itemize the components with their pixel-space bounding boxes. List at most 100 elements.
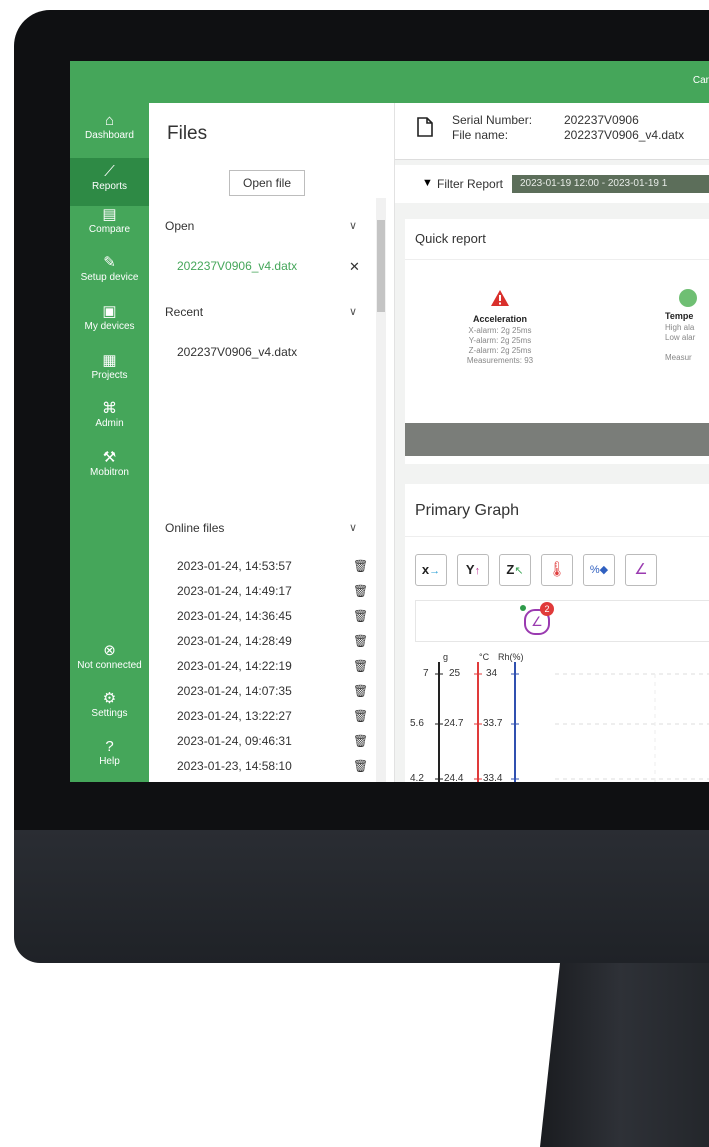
x-axis-toggle[interactable]: x→ bbox=[415, 554, 447, 586]
tick-label: 33.4 bbox=[483, 773, 503, 782]
sidebar-item-reports[interactable]: ⟋ Reports bbox=[70, 158, 149, 206]
sidebar-item-mobitron[interactable]: ⚒ Mobitron bbox=[70, 450, 149, 490]
chevron-down-icon[interactable]: ∨ bbox=[349, 521, 357, 534]
online-file-date: 2023-01-24, 14:49:17 bbox=[177, 584, 292, 598]
list-item[interactable]: 2023-01-24, 14:49:17 🗑︎ bbox=[177, 584, 377, 598]
acceleration-summary[interactable]: Acceleration X-alarm: 2g 25ms Y-alarm: 2… bbox=[445, 289, 555, 366]
files-panel: Files Open file Open ∨ 202237V0906_v4.da… bbox=[149, 103, 395, 782]
filter-icon[interactable]: ▼ bbox=[422, 177, 433, 189]
acceleration-title: Acceleration bbox=[472, 314, 528, 324]
quick-report-card: Quick report Acceleration X-alarm: 2g 25… bbox=[405, 219, 709, 464]
angle-toggle[interactable]: ∠ bbox=[625, 554, 657, 586]
y-axis-icon: Y bbox=[465, 562, 475, 577]
list-item[interactable]: 2023-01-24, 14:22:19 🗑︎ bbox=[177, 659, 377, 673]
connection-status[interactable]: ⊗ Not connected bbox=[70, 643, 149, 683]
primary-graph-plot bbox=[435, 662, 709, 782]
sidebar-item-compare[interactable]: ▤ Compare bbox=[70, 207, 149, 247]
sidebar-item-label: Projects bbox=[91, 370, 128, 381]
chart-icon: ⟋ bbox=[104, 163, 115, 180]
open-file-name[interactable]: 202237V0906_v4.datx bbox=[177, 259, 297, 273]
date-range-field[interactable]: 2023-01-19 12:00 - 2023-01-19 1 bbox=[512, 175, 709, 193]
monitor-stand bbox=[540, 963, 709, 1147]
online-file-date: 2023-01-23, 14:58:10 bbox=[177, 759, 292, 773]
files-scrollbar[interactable] bbox=[376, 198, 386, 782]
sidebar-item-label: Not connected bbox=[77, 660, 142, 671]
list-item[interactable]: 2023-01-24, 14:28:49 🗑︎ bbox=[177, 634, 377, 648]
recent-section-label: Recent bbox=[165, 305, 204, 319]
trash-icon[interactable]: 🗑︎ bbox=[353, 709, 368, 723]
quick-report-footer bbox=[405, 423, 709, 456]
tick-label: 24.7 bbox=[444, 718, 464, 729]
humidity-toggle[interactable]: %◆ bbox=[583, 554, 615, 586]
sidebar-item-label: Reports bbox=[91, 181, 127, 192]
sidebar-item-help[interactable]: ? Help bbox=[70, 739, 149, 779]
disconnected-icon: ⊗ bbox=[103, 642, 116, 659]
trash-icon[interactable]: 🗑︎ bbox=[353, 759, 368, 773]
y-axis-toggle[interactable]: Y↑ bbox=[457, 554, 489, 586]
high-alarm-line: High ala bbox=[665, 323, 695, 332]
graph-toolbar: x→ Y↑ Z↖ 🌡︎ %◆ ∠ bbox=[415, 554, 709, 586]
scrollbar-thumb[interactable] bbox=[377, 220, 385, 312]
report-header: Serial Number: 202237V0906 File name: 20… bbox=[395, 103, 709, 160]
sidebar-item-label: Admin bbox=[95, 418, 124, 429]
help-icon: ? bbox=[105, 738, 114, 755]
sidebar-item-label: Setup device bbox=[80, 272, 139, 283]
trash-icon[interactable]: 🗑︎ bbox=[353, 634, 368, 648]
sidebar-item-setup-device[interactable]: ✎ Setup device bbox=[70, 255, 149, 295]
serial-value: 202237V0906 bbox=[564, 113, 639, 127]
sidebar-item-projects[interactable]: ▦ Projects bbox=[70, 353, 149, 393]
list-item[interactable]: 2023-01-24, 14:36:45 🗑︎ bbox=[177, 609, 377, 623]
event-strip: ∠ 2 bbox=[415, 600, 709, 642]
open-file-button[interactable]: Open file bbox=[229, 170, 305, 196]
online-file-date: 2023-01-24, 14:36:45 bbox=[177, 609, 292, 623]
list-icon: ▣ bbox=[102, 303, 117, 320]
list-item[interactable]: 2023-01-24, 14:07:35 🗑︎ bbox=[177, 684, 377, 698]
user-menu[interactable]: Car bbox=[693, 75, 709, 86]
sidebar-item-label: My devices bbox=[84, 321, 135, 332]
thermometer-icon: 🌡︎ bbox=[547, 561, 567, 578]
tick-label: 5.6 bbox=[410, 718, 424, 729]
unit-label-humidity: Rh(%) bbox=[498, 652, 524, 662]
trash-icon[interactable]: 🗑︎ bbox=[353, 609, 368, 623]
sidebar-item-admin[interactable]: ⌘ Admin bbox=[70, 401, 149, 441]
sidebar-item-my-devices[interactable]: ▣ My devices bbox=[70, 304, 149, 344]
z-axis-toggle[interactable]: Z↖ bbox=[499, 554, 531, 586]
list-item[interactable]: 2023-01-24, 09:46:31 🗑︎ bbox=[177, 734, 377, 748]
list-item[interactable]: 2023-01-24, 13:22:27 🗑︎ bbox=[177, 709, 377, 723]
list-item[interactable]: 2023-01-24, 14:53:57 🗑︎ bbox=[177, 559, 377, 573]
trash-icon[interactable]: 🗑︎ bbox=[353, 559, 368, 573]
humidity-icon: %◆ bbox=[589, 564, 609, 576]
sidebar-item-dashboard[interactable]: ⌂ Dashboard bbox=[70, 105, 149, 157]
close-icon[interactable]: ✕ bbox=[349, 259, 360, 275]
online-file-date: 2023-01-24, 14:53:57 bbox=[177, 559, 292, 573]
sidebar-item-label: Compare bbox=[88, 224, 131, 235]
trash-icon[interactable]: 🗑︎ bbox=[353, 584, 368, 598]
sidebar-item-label: Settings bbox=[91, 708, 128, 719]
tick-label: 25 bbox=[449, 668, 461, 679]
trash-icon[interactable]: 🗑︎ bbox=[353, 659, 368, 673]
recent-file-name[interactable]: 202237V0906_v4.datx bbox=[177, 345, 297, 359]
gear-icon: ⚙ bbox=[102, 690, 117, 707]
trash-icon[interactable]: 🗑︎ bbox=[353, 684, 368, 698]
chevron-down-icon[interactable]: ∨ bbox=[349, 305, 357, 318]
list-item[interactable]: 2023-01-23, 14:58:10 🗑︎ bbox=[177, 759, 377, 773]
temperature-summary[interactable]: Tempe High ala Low alar Measur bbox=[665, 289, 709, 363]
org-icon: ⌘ bbox=[102, 400, 117, 417]
temperature-toggle[interactable]: 🌡︎ bbox=[541, 554, 573, 586]
tick-label: 7 bbox=[423, 668, 429, 679]
low-alarm-line: Low alar bbox=[665, 333, 696, 342]
tick-label: 33.7 bbox=[483, 718, 503, 729]
edit-icon: ✎ bbox=[103, 254, 116, 271]
file-name-value: 202237V0906_v4.datx bbox=[564, 128, 685, 142]
filter-report-button[interactable]: Filter Report bbox=[437, 177, 503, 191]
sidebar-item-settings[interactable]: ⚙ Settings bbox=[70, 691, 149, 731]
file-name-label: File name: bbox=[452, 128, 509, 142]
files-title: Files bbox=[167, 123, 208, 144]
tick-label: 34 bbox=[486, 668, 498, 679]
tick-label: 24.4 bbox=[444, 773, 464, 782]
chevron-down-icon[interactable]: ∨ bbox=[349, 219, 357, 232]
document-icon bbox=[417, 117, 433, 137]
ok-status-icon bbox=[679, 289, 697, 307]
unit-label-celsius: °C bbox=[479, 652, 490, 662]
trash-icon[interactable]: 🗑︎ bbox=[353, 734, 368, 748]
